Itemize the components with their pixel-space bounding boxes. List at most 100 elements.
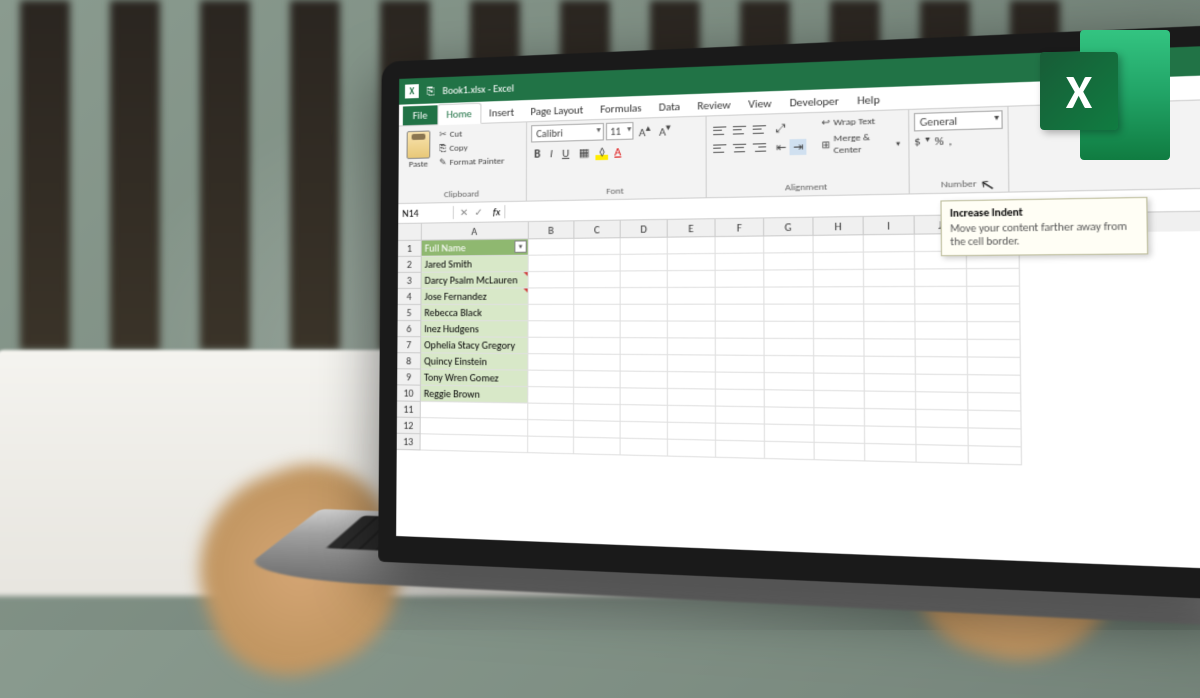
cell[interactable]: Darcy Psalm McLauren [422, 272, 529, 289]
cell[interactable] [621, 321, 668, 338]
row-header-6[interactable]: 6 [397, 321, 421, 337]
row-header-3[interactable]: 3 [398, 273, 422, 289]
cell[interactable]: Tony Wren Gomez [421, 369, 528, 387]
cell[interactable] [621, 288, 668, 305]
cell[interactable] [668, 355, 716, 372]
cell[interactable] [668, 254, 716, 271]
cell[interactable] [765, 322, 815, 339]
cell[interactable] [621, 338, 668, 355]
cell[interactable] [969, 428, 1022, 447]
enter-formula-button[interactable]: ✓ [474, 206, 483, 219]
cell[interactable] [716, 390, 765, 408]
cell[interactable] [864, 235, 915, 253]
cell[interactable] [621, 254, 668, 271]
orientation-button[interactable]: ⤢ [773, 120, 807, 138]
cell[interactable] [764, 236, 813, 254]
menu-review[interactable]: Review [689, 94, 740, 116]
row-header-1[interactable]: 1 [398, 241, 422, 257]
cell[interactable] [968, 393, 1021, 412]
cell[interactable] [864, 305, 915, 323]
cell[interactable] [915, 287, 967, 305]
col-header-h[interactable]: H [814, 217, 864, 236]
fill-color-button[interactable]: ◊ [596, 144, 608, 160]
cell[interactable] [916, 427, 968, 446]
cell[interactable] [864, 252, 915, 270]
wrap-text-button[interactable]: ↩Wrap Text [818, 113, 904, 130]
menu-developer[interactable]: Developer [780, 91, 848, 114]
col-header-g[interactable]: G [764, 218, 813, 237]
cell[interactable] [528, 354, 574, 371]
cell[interactable] [765, 373, 815, 391]
row-header-5[interactable]: 5 [398, 305, 422, 321]
cell[interactable] [574, 438, 621, 456]
cell[interactable] [764, 287, 814, 304]
col-header-e[interactable]: E [668, 219, 716, 237]
font-name-select[interactable]: Calibri [531, 123, 604, 143]
cell[interactable]: Ophelia Stacy Gregory [421, 337, 528, 354]
select-all-corner[interactable] [398, 224, 422, 241]
cell[interactable] [916, 392, 968, 410]
align-top-button[interactable] [711, 123, 729, 138]
cell[interactable] [916, 410, 968, 429]
cell[interactable] [814, 339, 864, 357]
cell[interactable]: Rebecca Black [421, 305, 528, 321]
cell[interactable] [865, 374, 916, 392]
cell[interactable] [865, 409, 916, 427]
autosave-icon[interactable]: ⎘ [427, 84, 435, 97]
align-middle-button[interactable] [731, 123, 749, 138]
cell[interactable] [668, 338, 716, 355]
cell[interactable] [574, 338, 620, 355]
cell[interactable] [574, 255, 620, 272]
align-center-button[interactable] [731, 140, 749, 155]
row-header-9[interactable]: 9 [397, 369, 421, 385]
cell[interactable] [716, 271, 765, 288]
cell[interactable] [815, 426, 866, 444]
cell[interactable] [967, 287, 1020, 305]
cell[interactable] [668, 406, 716, 424]
cell[interactable] [621, 388, 668, 406]
cell[interactable] [967, 304, 1020, 322]
menu-formulas[interactable]: Formulas [592, 98, 651, 120]
align-right-button[interactable] [751, 140, 769, 155]
cell[interactable]: Jose Fernandez [421, 288, 528, 304]
cell[interactable] [716, 305, 765, 322]
cell[interactable] [864, 287, 915, 305]
menu-page-layout[interactable]: Page Layout [522, 100, 591, 122]
number-format-select[interactable]: General [914, 110, 1003, 131]
row-header-2[interactable]: 2 [398, 257, 422, 273]
cell[interactable] [968, 340, 1021, 358]
menu-insert[interactable]: Insert [481, 102, 522, 123]
copy-button[interactable]: ⎘Copy [438, 140, 505, 155]
cell[interactable] [865, 357, 916, 375]
cell[interactable] [765, 339, 815, 356]
fx-label[interactable]: fx [489, 205, 506, 218]
cell[interactable] [716, 254, 765, 271]
cell[interactable] [668, 322, 716, 339]
cell[interactable] [864, 339, 915, 357]
cell[interactable] [621, 422, 668, 440]
align-bottom-button[interactable] [750, 122, 768, 137]
font-color-button[interactable]: A [611, 144, 624, 160]
cell[interactable]: Jared Smith [422, 256, 529, 273]
row-header-4[interactable]: 4 [398, 289, 422, 305]
cell[interactable] [574, 355, 621, 372]
cancel-formula-button[interactable]: ✕ [460, 206, 468, 219]
cell[interactable] [765, 407, 815, 425]
row-header-12[interactable]: 12 [397, 418, 421, 435]
cell[interactable] [574, 238, 620, 255]
cell[interactable] [765, 390, 815, 408]
menu-view[interactable]: View [739, 93, 780, 114]
cell[interactable] [915, 304, 967, 322]
cell[interactable] [814, 391, 865, 409]
increase-indent-button[interactable]: ⇥ [790, 139, 807, 155]
cell[interactable] [716, 339, 765, 356]
cell[interactable] [865, 392, 916, 410]
cell[interactable] [528, 387, 574, 404]
cell[interactable] [574, 388, 621, 405]
cell[interactable] [716, 373, 765, 391]
cell[interactable] [716, 441, 765, 459]
cell[interactable] [529, 288, 575, 305]
percent-button[interactable]: % [935, 134, 944, 148]
cell[interactable] [915, 269, 967, 287]
italic-button[interactable]: I [547, 146, 556, 162]
